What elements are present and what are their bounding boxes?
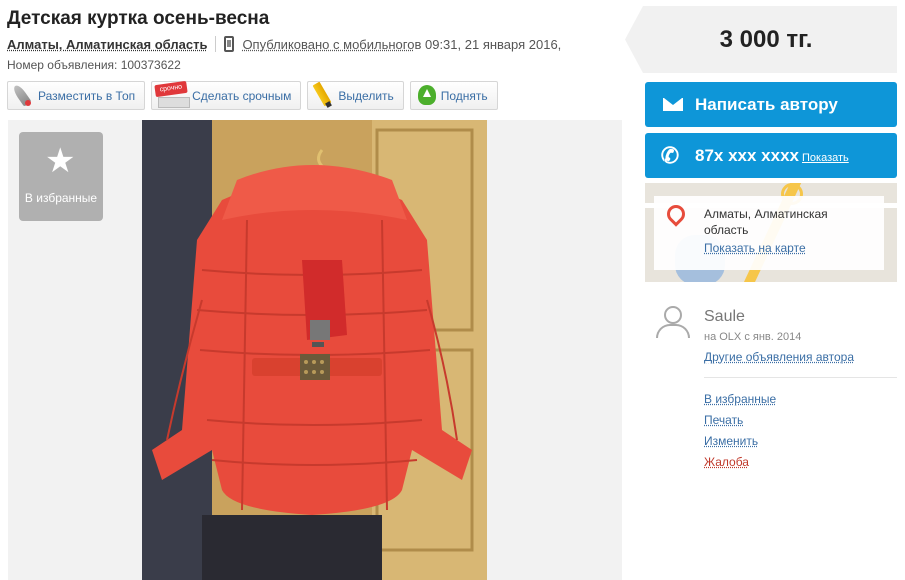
bump-up-button[interactable]: Поднять [409, 81, 498, 110]
mobile-phone-icon [224, 36, 235, 52]
promo-actions: Разместить в Топ Сделать срочным Выделит… [7, 81, 498, 110]
main-photo[interactable] [142, 120, 487, 580]
show-phone-link[interactable]: Показать [802, 152, 849, 164]
phone-number: 87x xxx xxxx [695, 145, 799, 165]
star-icon: ★ [45, 142, 76, 180]
ad-page: Детская куртка осень-весна Алматы, Алмат… [0, 0, 905, 580]
seller-name: Saule [704, 308, 745, 325]
highlight-button[interactable]: Выделить [307, 81, 404, 110]
user-avatar-icon [655, 305, 690, 339]
divider [215, 36, 217, 52]
price-box: 3 000 тг. [625, 6, 897, 73]
urgent-badge-icon [152, 81, 192, 110]
location-map[interactable]: Алматы, Алматинская область Показать на … [645, 183, 897, 282]
seller-since: на OLX с янв. 2014 [704, 331, 802, 343]
ad-meta: Алматы, Алматинская область Опубликовано… [7, 36, 561, 52]
arrow-up-icon [411, 81, 441, 110]
map-address: Алматы, Алматинская область [704, 207, 828, 237]
phone-icon: ✆ [660, 143, 680, 168]
price: 3 000 тг. [719, 25, 813, 53]
published-time: в 09:31, 21 января 2016, [414, 36, 562, 52]
add-to-favorites-button[interactable]: ★ В избранные [19, 132, 103, 221]
print-link[interactable]: Печать [704, 413, 776, 428]
make-urgent-label: Сделать срочным [192, 88, 292, 103]
side-links: В избранные Печать Изменить Жалоба [704, 392, 776, 470]
show-on-map-link[interactable]: Показать на карте [704, 241, 806, 255]
published-mobile-label: Опубликовано с мобильного [242, 36, 415, 52]
photo-gallery: ★ В избранные [8, 120, 622, 580]
report-link[interactable]: Жалоба [704, 455, 776, 470]
promote-top-button[interactable]: Разместить в Топ [7, 81, 146, 110]
promote-top-label: Разместить в Топ [38, 88, 136, 103]
add-favorites-link[interactable]: В избранные [704, 392, 776, 407]
write-to-author-label: Написать автору [695, 94, 838, 114]
phone-button[interactable]: ✆ 87x xxx xxxx Показать [645, 133, 897, 178]
rocket-icon [8, 81, 38, 110]
envelope-icon [645, 82, 695, 127]
other-ads-link[interactable]: Другие объявления автора [704, 350, 854, 364]
favorites-label: В избранные [24, 191, 98, 205]
divider [704, 377, 897, 378]
page-title: Детская куртка осень-весна [7, 8, 270, 29]
write-to-author-button[interactable]: Написать автору [645, 82, 897, 127]
ad-number: Номер объявления: 100373622 [7, 58, 181, 72]
make-urgent-button[interactable]: Сделать срочным [151, 81, 302, 110]
highlight-label: Выделить [338, 88, 394, 103]
location-link[interactable]: Алматы, Алматинская область [7, 37, 207, 52]
bump-up-label: Поднять [440, 88, 488, 103]
edit-link[interactable]: Изменить [704, 434, 776, 449]
pencil-icon [308, 81, 338, 110]
